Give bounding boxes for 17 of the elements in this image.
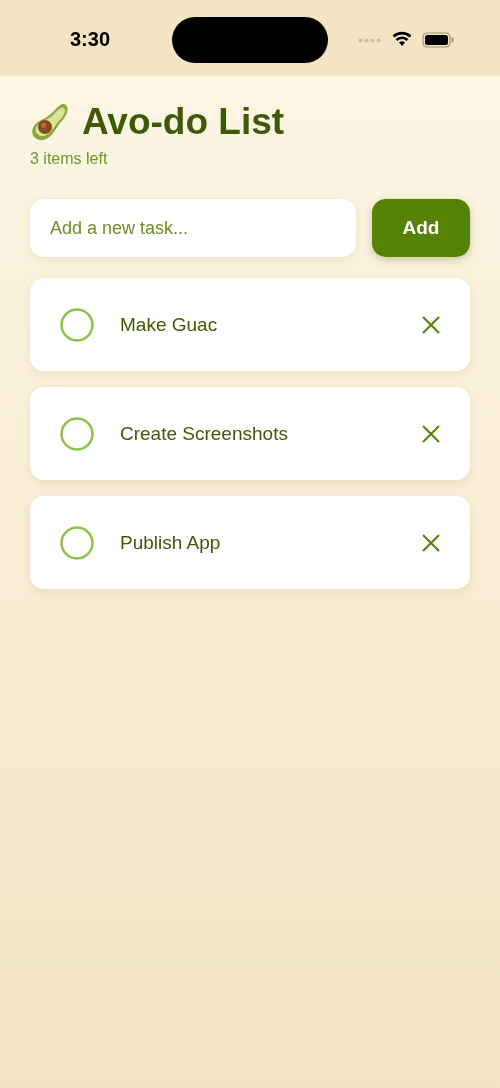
new-task-field[interactable]: Add a new task... <box>30 199 356 257</box>
battery-icon <box>422 32 454 48</box>
task-label: Make Guac <box>120 313 219 336</box>
task-label: Create Screenshots <box>120 422 289 445</box>
wifi-icon <box>392 31 412 47</box>
delete-button[interactable] <box>420 531 442 554</box>
app-title: Avo-do List <box>82 101 285 143</box>
close-icon <box>420 531 442 554</box>
close-icon <box>420 313 442 336</box>
task-label: Publish App <box>120 531 222 554</box>
status-time: 3:30 <box>70 28 111 51</box>
delete-button[interactable] <box>420 313 442 336</box>
add-button[interactable]: Add <box>372 199 470 257</box>
signal-icon <box>358 38 382 43</box>
close-icon <box>420 422 442 445</box>
items-left-count: 3 items left <box>30 150 109 168</box>
delete-button[interactable] <box>420 422 442 445</box>
